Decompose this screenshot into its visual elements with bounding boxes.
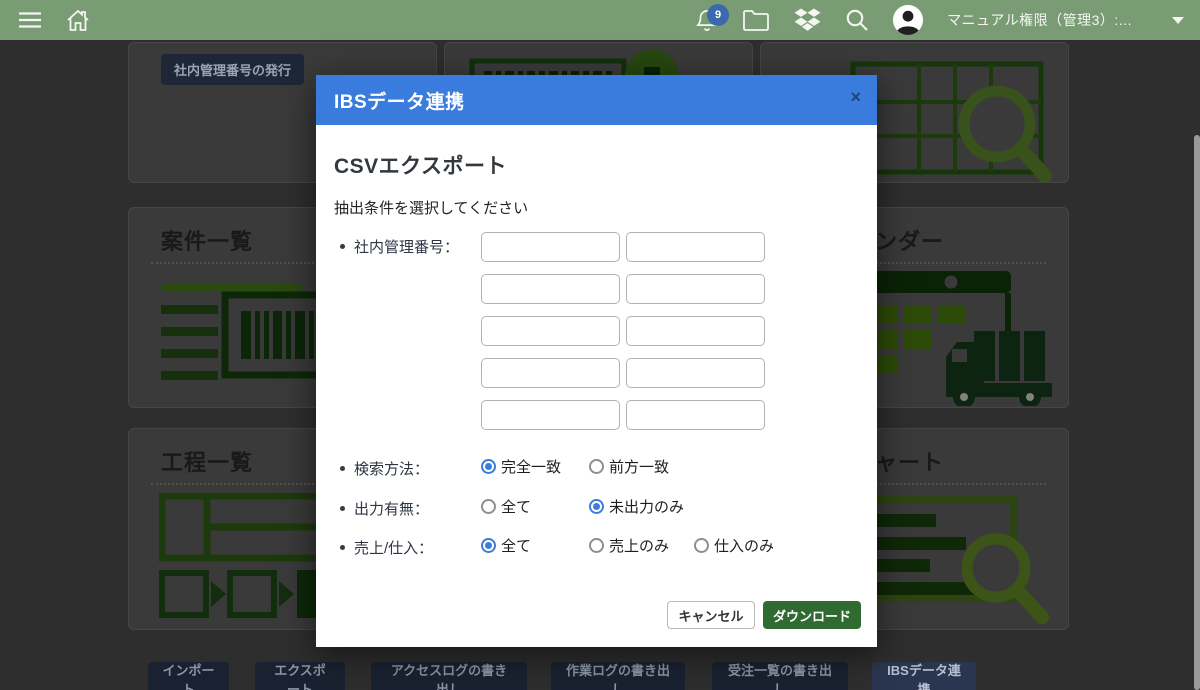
- kanri-input-3[interactable]: [481, 274, 620, 304]
- kanri-input-6[interactable]: [626, 316, 765, 346]
- user-role-label[interactable]: マニュアル権限（管理3）:...: [947, 10, 1132, 30]
- radio-prefix-match[interactable]: 前方一致: [589, 456, 669, 477]
- radio-circle[interactable]: [481, 459, 496, 474]
- export-button[interactable]: エクスポート: [255, 662, 345, 690]
- top-header: 9 マニュアル権限（管理3）:...: [0, 0, 1200, 40]
- cancel-button[interactable]: キャンセル: [667, 601, 755, 629]
- output-status-label: 出力有無：: [340, 498, 429, 519]
- chevron-down-icon[interactable]: [1172, 17, 1184, 24]
- notifications-bell-icon[interactable]: 9: [696, 8, 718, 32]
- dropbox-icon[interactable]: [794, 8, 821, 32]
- home-icon[interactable]: [66, 9, 90, 32]
- radio-circle[interactable]: [589, 538, 604, 553]
- radio-circle[interactable]: [481, 499, 496, 514]
- ibs-data-link-dialog: IBSデータ連携 × CSVエクスポート 抽出条件を選択してください 社内管理番…: [316, 75, 877, 647]
- radio-sales-only[interactable]: 売上のみ: [589, 535, 669, 556]
- close-icon[interactable]: ×: [850, 87, 861, 108]
- radio-circle[interactable]: [481, 538, 496, 553]
- kanri-number-label: 社内管理番号：: [340, 236, 459, 257]
- sales-purchase-label: 売上/仕入：: [340, 537, 433, 558]
- kanri-input-5[interactable]: [481, 316, 620, 346]
- kanri-input-10[interactable]: [626, 400, 765, 430]
- kanri-input-2[interactable]: [626, 232, 765, 262]
- search-method-label: 検索方法：: [340, 458, 429, 479]
- dialog-header: IBSデータ連携 ×: [316, 75, 877, 125]
- notification-badge: 9: [707, 4, 729, 26]
- kanri-input-8[interactable]: [626, 358, 765, 388]
- user-avatar[interactable]: [893, 5, 923, 35]
- csv-export-heading: CSVエクスポート: [334, 150, 507, 180]
- kanri-input-9[interactable]: [481, 400, 620, 430]
- kanri-input-4[interactable]: [626, 274, 765, 304]
- card-chart-title: ャート: [875, 445, 944, 477]
- card-kotei-title: 工程一覧: [161, 445, 253, 477]
- radio-exact-match[interactable]: 完全一致: [481, 456, 561, 477]
- radio-purchase-only[interactable]: 仕入のみ: [694, 535, 774, 556]
- import-button[interactable]: インポート: [148, 662, 229, 690]
- download-button[interactable]: ダウンロード: [763, 601, 861, 629]
- radio-circle[interactable]: [589, 459, 604, 474]
- card-calendar-title: ンダー: [875, 224, 944, 256]
- access-log-export-button[interactable]: アクセスログの書き出し: [371, 662, 527, 690]
- app-root: 9 マニュアル権限（管理3）:... 社内管理番号の発行: [0, 0, 1200, 690]
- kanri-input-1[interactable]: [481, 232, 620, 262]
- radio-circle[interactable]: [589, 499, 604, 514]
- radio-not-output-only[interactable]: 未出力のみ: [589, 496, 684, 517]
- radio-circle[interactable]: [694, 538, 709, 553]
- vertical-scrollbar[interactable]: [1194, 135, 1200, 690]
- instruction-text: 抽出条件を選択してください: [334, 197, 528, 218]
- card-anken-title: 案件一覧: [161, 224, 253, 256]
- search-icon[interactable]: [845, 8, 869, 32]
- kanri-input-7[interactable]: [481, 358, 620, 388]
- work-log-export-button[interactable]: 作業ログの書き出し: [551, 662, 685, 690]
- ibs-data-link-button[interactable]: IBSデータ連携: [872, 662, 976, 690]
- radio-output-all[interactable]: 全て: [481, 496, 531, 517]
- hamburger-menu-icon[interactable]: [18, 11, 42, 29]
- order-list-export-button[interactable]: 受注一覧の書き出し: [712, 662, 848, 690]
- radio-sales-all[interactable]: 全て: [481, 535, 531, 556]
- dialog-title: IBSデータ連携: [334, 87, 465, 114]
- folder-icon[interactable]: [742, 9, 770, 31]
- issue-number-button[interactable]: 社内管理番号の発行: [161, 54, 304, 85]
